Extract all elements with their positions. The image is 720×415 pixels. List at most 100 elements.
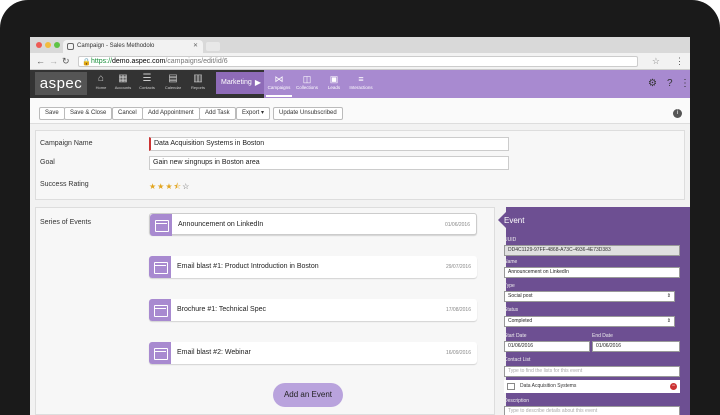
- url-scheme: https://: [91, 58, 113, 65]
- browser-tab[interactable]: Campaign - Sales Methodolo ✕: [63, 40, 203, 53]
- subnav-collections[interactable]: ◫ Collections: [294, 73, 320, 90]
- nav-home-label: Home: [95, 85, 107, 90]
- back-icon[interactable]: ←: [36, 56, 45, 66]
- event-title: Email blast #2: Webinar: [177, 349, 251, 356]
- name-label: Name: [504, 259, 518, 265]
- rating-star-icon[interactable]: ★: [165, 182, 173, 191]
- select-caret-icon: ⇕: [666, 293, 671, 299]
- close-window-icon[interactable]: [36, 42, 42, 48]
- calendar-icon: [150, 214, 172, 236]
- new-tab-button[interactable]: [206, 42, 220, 51]
- type-select-value: Social post: [508, 293, 533, 299]
- bookmark-star-icon[interactable]: ☆: [652, 56, 660, 67]
- nav-reports-label: Reports: [190, 85, 205, 90]
- collections-icon: ◫: [302, 74, 312, 84]
- home-icon: ⌂: [97, 73, 105, 84]
- url-field[interactable]: 🔒 https://demo.aspec.com/campaigns/edit/…: [78, 56, 638, 67]
- play-arrow-icon: ▶: [254, 78, 261, 87]
- url-host: demo.aspec.com: [112, 58, 166, 65]
- contact-list-label: Contact List: [504, 357, 531, 363]
- rating-star-icon[interactable]: ☆: [182, 182, 190, 191]
- reload-icon[interactable]: ↻: [62, 56, 70, 67]
- contact-list-item[interactable]: Data Acquisition Systems −: [504, 380, 680, 393]
- goal-field[interactable]: Gain new singnups in Boston area: [149, 156, 509, 170]
- help-icon[interactable]: ?: [667, 78, 673, 89]
- nav-reports[interactable]: ▥ Reports: [187, 73, 209, 95]
- calendar-icon: [149, 342, 171, 364]
- maximize-window-icon[interactable]: [54, 42, 60, 48]
- campaign-name-field[interactable]: Data Acquisition Systems in Boston: [149, 137, 509, 151]
- more-menu-icon[interactable]: ⋮: [680, 78, 690, 89]
- info-icon[interactable]: i: [673, 109, 682, 118]
- app-logo[interactable]: aspec: [35, 72, 87, 95]
- contact-list-item-label: Data Acquisition Systems: [520, 383, 577, 389]
- nav-home[interactable]: ⌂ Home: [90, 73, 112, 95]
- save-close-button[interactable]: Save & Close: [64, 107, 113, 120]
- series-of-events-label: Series of Events: [40, 219, 91, 226]
- campaign-name-label: Campaign Name: [40, 140, 93, 147]
- tab-bar: Campaign - Sales Methodolo ✕: [30, 37, 690, 53]
- cancel-button[interactable]: Cancel: [112, 107, 143, 120]
- campaigns-icon: ⋈: [274, 74, 284, 84]
- status-label: Status: [504, 307, 519, 313]
- add-event-button[interactable]: Add an Event: [273, 383, 343, 407]
- calendar-icon: ▤: [168, 73, 178, 84]
- event-card[interactable]: Email blast #1: Product Introduction in …: [149, 256, 477, 278]
- nav-accounts[interactable]: ▦ Accounts: [112, 73, 134, 95]
- end-date-field[interactable]: 01/06/2016: [592, 341, 680, 352]
- add-appointment-button[interactable]: Add Appointment: [142, 107, 200, 120]
- remove-icon[interactable]: −: [670, 383, 677, 390]
- minimize-window-icon[interactable]: [45, 42, 51, 48]
- start-date-field[interactable]: 01/06/2016: [504, 341, 590, 352]
- rating-star-icon[interactable]: ★: [149, 182, 157, 191]
- close-tab-icon[interactable]: ✕: [193, 40, 198, 53]
- event-name-field[interactable]: Announcement on LinkedIn: [504, 267, 680, 278]
- url-path: /campaigns/edit/id/6: [165, 58, 228, 65]
- rating-star-icon[interactable]: ⯪: [174, 182, 183, 191]
- event-date: 17/08/2016: [445, 307, 471, 313]
- browser-window: Campaign - Sales Methodolo ✕ ← → ↻ 🔒 htt…: [30, 37, 690, 415]
- start-date-label: Start Date: [504, 333, 527, 339]
- update-unsubscribed-button[interactable]: Update Unsubscribed: [273, 107, 343, 120]
- event-card[interactable]: Brochure #1: Technical Spec 17/08/2016: [149, 299, 477, 321]
- subnav-interactions[interactable]: ≡ Interactions: [348, 73, 374, 90]
- event-card[interactable]: Announcement on LinkedIn 01/06/2016: [149, 213, 477, 236]
- type-select[interactable]: Social post ⇕: [504, 291, 675, 302]
- event-card[interactable]: Email blast #2: Webinar 16/09/2016: [149, 342, 477, 364]
- browser-menu-icon[interactable]: ⋮: [675, 56, 684, 67]
- event-panel-title: Event: [504, 216, 525, 225]
- event-title: Email blast #1: Product Introduction in …: [177, 263, 319, 270]
- export-button[interactable]: Export ▾: [236, 107, 271, 120]
- subnav-campaigns[interactable]: ⋈ Campaigns: [266, 73, 292, 97]
- success-rating-stars[interactable]: ★★★⯪☆: [149, 181, 190, 195]
- add-task-button[interactable]: Add Task: [199, 107, 236, 120]
- nav-contacts[interactable]: ☰ Contacts: [136, 73, 158, 95]
- settings-gear-icon[interactable]: ⚙: [648, 78, 657, 89]
- event-details-panel: Event UUID DD4C1129-97FF-4868-A73C-4936-…: [498, 207, 690, 415]
- event-title: Announcement on LinkedIn: [178, 221, 264, 228]
- subnav-leads-label: Leads: [327, 85, 341, 90]
- leads-icon: ▣: [329, 74, 339, 84]
- nav-calendar-label: Calendar: [164, 85, 182, 90]
- building-icon: ▦: [118, 73, 128, 84]
- subnav-leads[interactable]: ▣ Leads: [321, 73, 347, 90]
- contacts-icon: ☰: [142, 73, 152, 84]
- action-toolbar: Save Save & Close Cancel Add Appointment…: [30, 98, 690, 124]
- contact-list-search[interactable]: Type to find the lists for this event: [504, 366, 680, 377]
- forward-icon[interactable]: →: [49, 56, 58, 66]
- uuid-label: UUID: [504, 237, 517, 243]
- campaign-form: Campaign Name Data Acquisition Systems i…: [35, 130, 685, 200]
- subnav-campaigns-label: Campaigns: [267, 85, 291, 90]
- save-button[interactable]: Save: [39, 107, 65, 120]
- description-field[interactable]: Type to describe details about this even…: [504, 406, 680, 415]
- page-favicon-icon: [67, 43, 74, 50]
- lock-icon: 🔒: [82, 59, 91, 66]
- success-rating-label: Success Rating: [40, 181, 89, 188]
- subnav-interactions-label: Interactions: [349, 85, 373, 90]
- nav-calendar[interactable]: ▤ Calendar: [162, 73, 184, 95]
- status-select[interactable]: Completed ⇕: [504, 316, 675, 327]
- event-date: 16/09/2016: [445, 350, 471, 356]
- module-marketing[interactable]: Marketing ▶: [216, 72, 264, 94]
- uuid-field: DD4C1129-97FF-4868-A73C-4936-4E73D383: [504, 245, 680, 256]
- marketing-subnav: ⋈ Campaigns ◫ Collections ▣ Leads ≡ Inte…: [264, 70, 690, 98]
